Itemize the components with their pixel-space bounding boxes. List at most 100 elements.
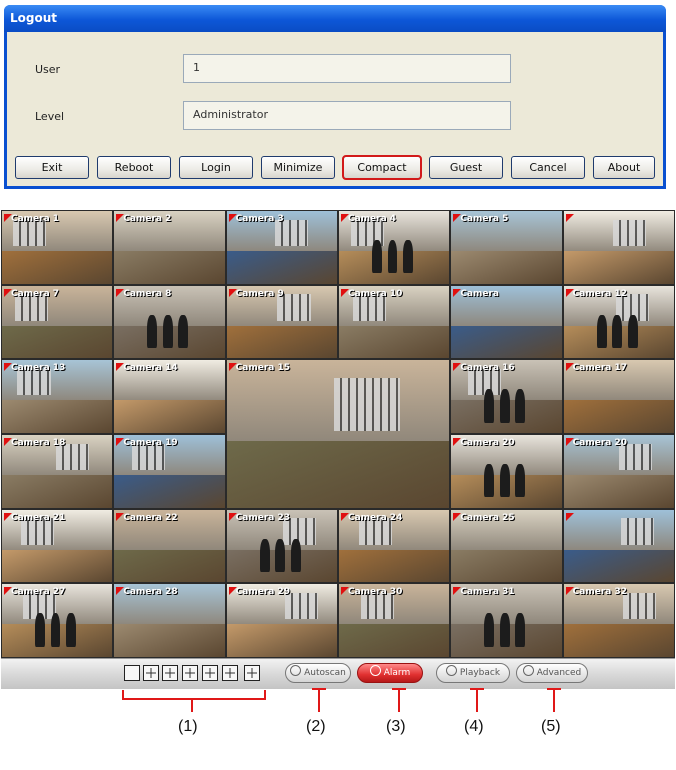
camera-view[interactable]: Camera 28 <box>113 583 226 658</box>
compact-button[interactable]: Compact <box>342 155 422 180</box>
camera-view[interactable]: Camera 22 <box>113 508 226 584</box>
advanced-button[interactable]: Advanced <box>516 663 588 683</box>
camera-label: Camera 12 <box>572 288 627 299</box>
cancel-button[interactable]: Cancel <box>511 156 585 179</box>
camera-label: Camera 27 <box>11 587 66 598</box>
logout-dialog: Logout User 1 Level Administrator Exit R… <box>4 5 666 189</box>
user-label: User <box>35 63 61 76</box>
camera-label: Camera 23 <box>235 512 290 523</box>
camera-view[interactable]: Camera 25 <box>450 508 563 584</box>
callout-stem-4 <box>470 688 484 712</box>
camera-view[interactable] <box>562 210 675 285</box>
camera-view[interactable]: Camera 3 <box>225 210 338 285</box>
camera-label: Camera 5 <box>460 214 509 224</box>
thirteen-view-icon[interactable] <box>202 665 218 681</box>
nine-view-icon[interactable] <box>162 665 178 681</box>
callout-label-3: (3) <box>386 718 406 735</box>
camera-label: Camera 2 <box>123 214 172 224</box>
advanced-icon <box>522 665 534 676</box>
camera-view[interactable]: Camera 12 <box>562 284 675 360</box>
camera-label: Camera 10 <box>348 288 403 299</box>
camera-view[interactable]: Camera 1 <box>1 210 114 285</box>
camera-view[interactable]: Camera 13 <box>1 359 114 434</box>
camera-label: Camera 1 <box>11 214 60 224</box>
recording-flag-icon <box>565 214 574 222</box>
camera-label: Camera 13 <box>11 363 66 374</box>
callout-stem-5 <box>547 688 561 712</box>
quad-view-icon[interactable] <box>143 665 159 681</box>
camera-view[interactable]: Camera 10 <box>338 284 451 360</box>
single-view-icon[interactable] <box>124 665 140 681</box>
dialog-body: User 1 Level Administrator Exit Reboot L… <box>7 32 663 186</box>
callout-label-4: (4) <box>464 718 484 735</box>
camera-view[interactable]: Camera 14 <box>113 359 226 434</box>
camera-label: Camera 16 <box>460 363 515 374</box>
camera-view[interactable]: Camera 5 <box>450 210 563 285</box>
exit-button[interactable]: Exit <box>15 156 89 179</box>
callout-stem-1 <box>191 698 193 712</box>
camera-view[interactable]: Camera 20 <box>450 434 563 509</box>
camera-view[interactable]: Camera 20 <box>562 434 675 509</box>
camera-view[interactable]: Camera 4 <box>338 210 451 285</box>
camera-view[interactable]: Camera 31 <box>450 583 563 658</box>
dialog-title: Logout <box>4 5 666 32</box>
minimize-button[interactable]: Minimize <box>261 156 335 179</box>
camera-label: Camera 25 <box>460 512 515 523</box>
camera-view[interactable]: Camera 29 <box>225 583 338 658</box>
camera-view[interactable]: Camera 8 <box>113 284 226 360</box>
camera-label: Camera 15 <box>235 363 290 374</box>
camera-label: Camera 18 <box>11 438 66 448</box>
playback-button[interactable]: Playback <box>436 663 510 683</box>
camera-label: Camera 20 <box>460 438 515 448</box>
camera-label: Camera 17 <box>572 363 627 374</box>
camera-view[interactable] <box>562 508 675 584</box>
camera-label: Camera 3 <box>235 214 284 224</box>
camera-label: Camera 31 <box>460 587 515 598</box>
camera-view[interactable]: Camera 16 <box>450 359 563 434</box>
reboot-button[interactable]: Reboot <box>97 156 171 179</box>
playback-icon <box>445 665 457 676</box>
level-field[interactable]: Administrator <box>183 101 511 130</box>
camera-label: Camera 4 <box>348 214 397 224</box>
camera-label: Camera 22 <box>123 512 178 523</box>
autoscan-label: Autoscan <box>304 668 346 678</box>
callout-label-2: (2) <box>306 718 326 735</box>
camera-view[interactable]: Camera 32 <box>562 583 675 658</box>
advanced-label: Advanced <box>536 668 582 678</box>
autoscan-button[interactable]: Autoscan <box>285 663 351 683</box>
camera-label: Camera 32 <box>572 587 627 598</box>
camera-view[interactable]: Camera 18 <box>1 434 114 509</box>
camera-view[interactable]: Camera 2 <box>113 210 226 285</box>
thirtythree-view-icon[interactable] <box>244 665 260 681</box>
camera-view[interactable]: Camera 17 <box>562 359 675 434</box>
camera-view[interactable]: Camera 23 <box>225 508 338 584</box>
alarm-button[interactable]: Alarm <box>357 663 423 683</box>
about-button[interactable]: About <box>593 156 655 179</box>
camera-view[interactable]: Camera 9 <box>225 284 338 360</box>
login-button[interactable]: Login <box>179 156 253 179</box>
camera-label: Camera 24 <box>348 512 403 523</box>
sixteen-view-icon[interactable] <box>182 665 198 681</box>
camera-grid: Camera 1 Camera 2 Camera 3 Camera 4 Camera 5… <box>1 210 675 658</box>
camera-view[interactable]: Camera <box>450 284 563 360</box>
callout-stem-3 <box>392 688 406 712</box>
camera-view-large[interactable]: Camera 15 <box>225 359 451 509</box>
user-field[interactable]: 1 <box>183 54 511 83</box>
camera-label: Camera 8 <box>123 288 172 299</box>
camera-view[interactable]: Camera 19 <box>113 434 226 509</box>
camera-view[interactable]: Camera 30 <box>338 583 451 658</box>
camera-label: Camera 28 <box>123 587 178 598</box>
camera-label: Camera 19 <box>123 438 178 448</box>
guest-button[interactable]: Guest <box>429 156 503 179</box>
camera-label: Camera 30 <box>348 587 403 598</box>
camera-view[interactable]: Camera 27 <box>1 583 114 658</box>
twentyfive-view-icon[interactable] <box>222 665 238 681</box>
camera-view[interactable]: Camera 21 <box>1 508 114 584</box>
autoscan-icon <box>290 665 302 676</box>
camera-view[interactable]: Camera 7 <box>1 284 114 360</box>
camera-label: Camera 14 <box>123 363 178 374</box>
camera-label: Camera 21 <box>11 512 66 523</box>
camera-view[interactable]: Camera 24 <box>338 508 451 584</box>
playback-label: Playback <box>459 668 501 678</box>
camera-label: Camera 29 <box>235 587 290 598</box>
